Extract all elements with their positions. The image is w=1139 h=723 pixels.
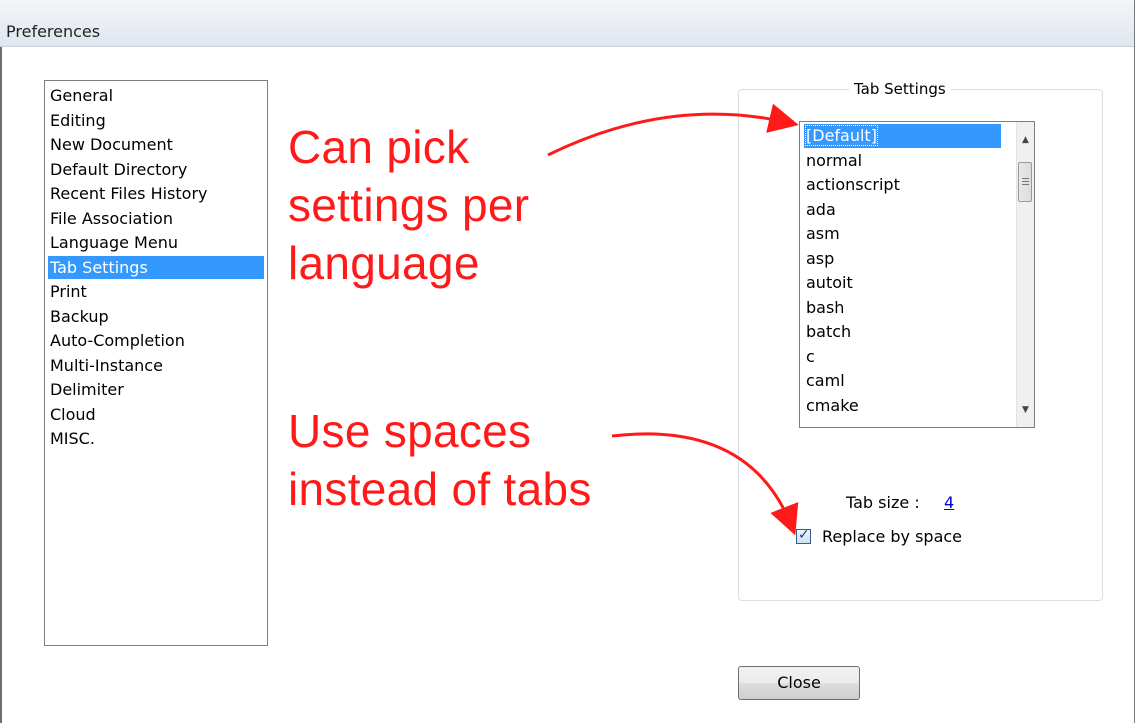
preferences-window: Preferences General Editing New Document De… <box>0 0 1135 723</box>
arrow-to-replace-checkbox <box>611 432 799 536</box>
arrow-to-language-list <box>547 103 799 157</box>
annotation-arrows <box>547 103 799 536</box>
